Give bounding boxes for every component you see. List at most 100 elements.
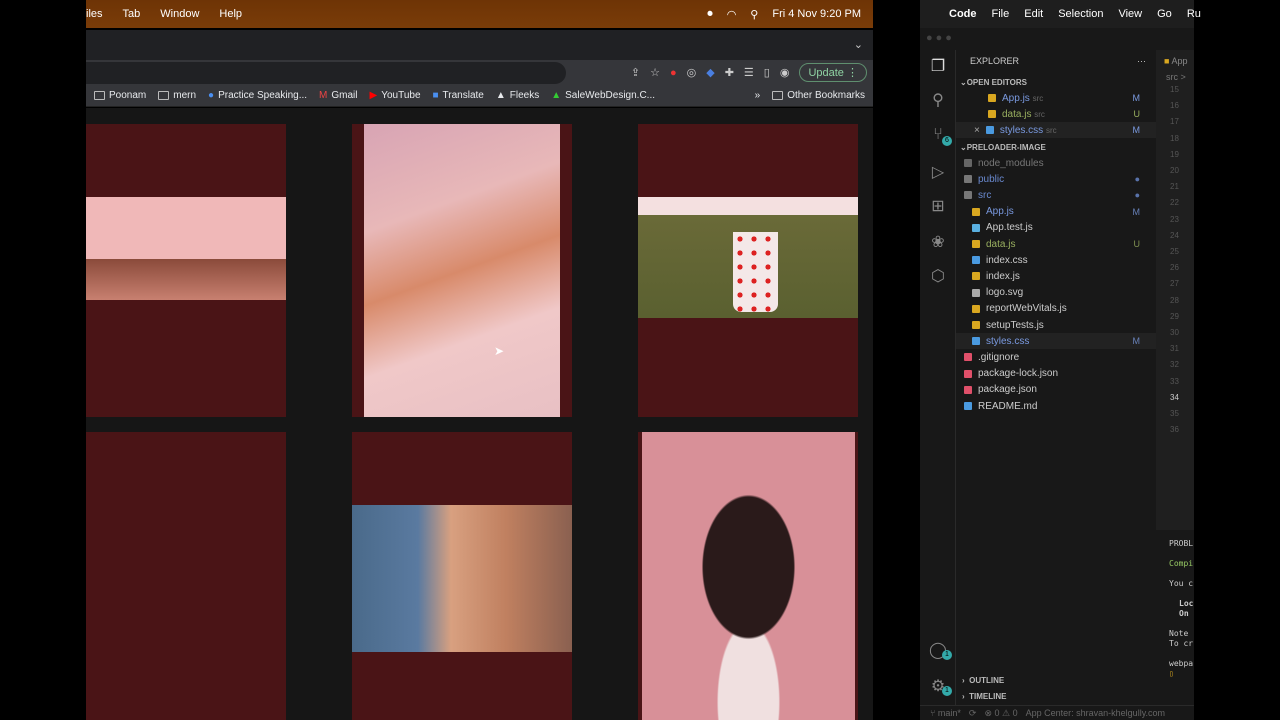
share-icon[interactable]: ⇪ — [631, 66, 640, 79]
bookmark-gmail[interactable]: M Gmail — [319, 90, 357, 101]
open-editor-item[interactable]: App.js src M — [956, 90, 1156, 106]
update-button[interactable]: Update ⋮ — [799, 63, 867, 82]
reading-list-icon[interactable]: ☰ — [744, 66, 754, 79]
address-bar[interactable] — [86, 62, 566, 84]
more-actions-button[interactable]: ··· — [1137, 56, 1146, 66]
open-editors-header[interactable]: ⌄ OPEN EDITORS — [956, 74, 1156, 90]
menu-help[interactable]: Help — [219, 8, 242, 20]
file-tree-item[interactable]: package.json — [956, 382, 1156, 398]
app-center-status[interactable]: App Center: shravan-khelgully.com — [1026, 708, 1165, 718]
file-tree-item[interactable]: .gitignore — [956, 349, 1156, 365]
wifi-icon[interactable]: ◠ — [727, 8, 737, 21]
clock[interactable]: Fri 4 Nov 9:20 PM — [772, 8, 861, 20]
timeline-section[interactable]: › TIMELINE — [956, 688, 1156, 704]
open-editor-item[interactable]: data.js src U — [956, 106, 1156, 122]
file-tree-item[interactable]: src ● — [956, 187, 1156, 203]
menu-view[interactable]: View — [1118, 8, 1142, 20]
menu-selection[interactable]: Selection — [1058, 8, 1103, 20]
js-file-icon: ■ — [1164, 56, 1170, 66]
line-number: 25 — [1170, 247, 1179, 257]
gallery-card — [86, 124, 286, 417]
problems-indicator[interactable]: ⊗ 0 ⚠ 0 — [984, 708, 1017, 719]
menu-window[interactable]: Window — [160, 8, 199, 20]
run-debug-icon[interactable]: ▷ — [928, 162, 948, 182]
source-control-icon[interactable]: ⑂ 6 — [928, 126, 952, 146]
file-tree-item[interactable]: node_modules — [956, 155, 1156, 171]
file-tree-item[interactable]: public ● — [956, 171, 1156, 187]
terminal-line: On — [1179, 609, 1189, 618]
gallery-card — [86, 432, 286, 720]
breadcrumb[interactable]: src > — [1156, 72, 1194, 82]
bookmark-salewebdesign[interactable]: ▲ SaleWebDesign.C... — [551, 90, 655, 101]
line-number: 20 — [1170, 166, 1179, 176]
project-header[interactable]: ⌄ PRELOADER-IMAGE — [956, 139, 1156, 155]
record-icon[interactable]: ⏺ — [707, 8, 713, 21]
search-icon[interactable]: ⚲ — [928, 90, 948, 110]
menu-file[interactable]: File — [992, 8, 1010, 20]
menu-tab[interactable]: Tab — [123, 8, 141, 20]
settings-gear-icon[interactable]: ⚙ 1 — [928, 676, 952, 696]
code-editor[interactable]: ■ App src > 15 16 17 18 19 20 21 22 23 24 25 26 27 28… — [1156, 50, 1194, 530]
menu-run[interactable]: Ru — [1187, 8, 1201, 20]
menu-code[interactable]: Code — [949, 8, 977, 20]
menu-edit[interactable]: Edit — [1024, 8, 1043, 20]
extension-icon[interactable]: ◆ — [706, 66, 714, 79]
extension-icon[interactable]: ◎ — [687, 66, 697, 79]
file-tree-item[interactable]: index.js — [956, 268, 1156, 284]
search-icon[interactable]: ⚲ — [750, 8, 758, 21]
fleeks-icon: ▲ — [495, 90, 506, 101]
file-tree-item[interactable]: index.css — [956, 252, 1156, 268]
window-controls[interactable]: ●●● — [926, 32, 955, 44]
sidebar-icon[interactable]: ▯ — [764, 66, 770, 79]
bookmark-star-icon[interactable]: ☆ — [650, 66, 660, 79]
file-tree-item[interactable]: logo.svg — [956, 285, 1156, 301]
file-name: reportWebVitals.js — [986, 303, 1067, 315]
border-collie-photo — [642, 432, 855, 720]
file-tree-item[interactable]: data.js U — [956, 236, 1156, 252]
bookmark-poonam[interactable]: Poonam — [94, 90, 146, 101]
line-number: 22 — [1170, 198, 1179, 208]
tab-search-chevron-icon[interactable]: ⌄ — [854, 38, 863, 51]
mouse-cursor-icon: ➤ — [494, 344, 505, 358]
line-number: 23 — [1170, 214, 1179, 224]
outline-section[interactable]: › OUTLINE — [956, 672, 1156, 688]
extensions-icon[interactable]: ⊞ — [928, 196, 948, 216]
file-tree-item[interactable]: reportWebVitals.js — [956, 301, 1156, 317]
extensions-puzzle-icon[interactable]: ✚ — [725, 66, 734, 79]
bookmark-translate[interactable]: ■ Translate — [433, 90, 484, 101]
menu-go[interactable]: Go — [1157, 8, 1172, 20]
explorer-title: EXPLORER ··· — [970, 56, 1146, 66]
activity-bar: ❐ ⚲ ⑂ 6 ▷ ⊞ ❀ ⬡ ◯ 1 ⚙ 1 — [920, 50, 956, 705]
close-icon[interactable]: × — [974, 125, 980, 136]
paw-extension-icon[interactable]: ❀ — [928, 232, 948, 252]
profile-avatar[interactable]: ◉ — [780, 66, 790, 79]
bookmark-youtube[interactable]: ▶ YouTube — [370, 90, 421, 101]
terminal-panel[interactable]: PROBL Compi You c Loc On Note To cr webp… — [1156, 530, 1194, 705]
extension-icon[interactable]: ⬡ — [928, 266, 948, 286]
accounts-icon[interactable]: ◯ 1 — [928, 640, 952, 660]
problems-tab[interactable]: PROBL — [1169, 539, 1194, 549]
file-tree-item[interactable]: package-lock.json — [956, 366, 1156, 382]
file-tree-item[interactable]: setupTests.js — [956, 317, 1156, 333]
more-bookmarks-button[interactable]: » — [755, 90, 761, 101]
bookmark-mern[interactable]: mern — [158, 90, 196, 101]
editor-tab[interactable]: ■ App — [1156, 50, 1194, 72]
folder-icon — [964, 191, 972, 200]
terminal-line: webpa — [1169, 659, 1194, 668]
explorer-icon[interactable]: ❐ — [928, 56, 948, 76]
line-number: 31 — [1170, 344, 1179, 354]
line-number: 24 — [1170, 230, 1179, 240]
open-editor-item[interactable]: × styles.css src M — [956, 122, 1156, 138]
file-tree-item[interactable]: App.test.js — [956, 220, 1156, 236]
sync-icon[interactable]: ⟳ — [969, 708, 977, 719]
file-tree-item[interactable]: styles.css M — [956, 333, 1156, 350]
extension-icon[interactable]: ● — [670, 67, 677, 79]
file-tree-item[interactable]: App.js M — [956, 204, 1156, 220]
js-icon — [972, 240, 980, 248]
bookmark-fleeks[interactable]: ▲ Fleeks — [496, 90, 539, 101]
menu-files[interactable]: iles — [86, 8, 103, 20]
branch-indicator[interactable]: ⑂ main* — [930, 708, 961, 718]
bookmark-practice[interactable]: ● Practice Speaking... — [208, 90, 307, 101]
file-tree-item[interactable]: README.md — [956, 398, 1156, 414]
other-bookmarks[interactable]: Other Bookmarks — [772, 90, 873, 101]
